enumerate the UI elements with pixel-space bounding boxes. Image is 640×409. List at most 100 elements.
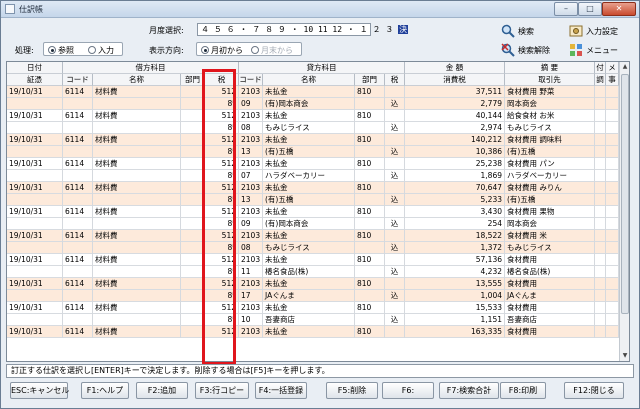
fkey-button[interactable]: F3:行コピー	[195, 382, 249, 399]
cell-date: 19/10/31	[7, 302, 63, 314]
table-row[interactable]: 19/10/31 6114 材料費 512 2103 未払金 810 40,144 給食食材 お…	[7, 110, 619, 122]
table-row[interactable]: 19/10/31 6114 材料費 512 2103 未払金 810 3,430 食材費用 果物	[7, 206, 619, 218]
cell-cdept	[355, 194, 385, 206]
title-bar: 仕訳帳 – □ ✕	[1, 1, 639, 18]
cell-code: 6114	[63, 182, 93, 194]
cell-date: 19/10/31	[7, 110, 63, 122]
table-row[interactable]: 19/10/31 6114 材料費 512 2103 未払金 810 15,533 食材費用	[7, 302, 619, 314]
cell-code	[63, 314, 93, 326]
cell-summary: 食材費用	[505, 254, 595, 266]
cell-code	[63, 98, 93, 110]
direction-start-radio[interactable]: 月初から	[201, 45, 243, 56]
cell-m	[606, 110, 619, 122]
cell-ctax: 込	[385, 170, 405, 182]
table-row[interactable]: 19/10/31 6114 材料費 512 2103 未払金 810 70,647 食材費用 み…	[7, 182, 619, 194]
cell-m	[606, 290, 619, 302]
search-clear-button[interactable]: 検索解除	[501, 43, 550, 57]
table-row[interactable]: 19/10/31 6114 材料費 512 2103 未払金 810 25,238 食材費用 パ…	[7, 158, 619, 170]
fkey-button[interactable]: F12:閉じる	[564, 382, 624, 399]
cell-date: 19/10/31	[7, 326, 63, 338]
fkey-button[interactable]: F2:追加	[136, 382, 188, 399]
table-row[interactable]: 8* 13 (有)五橋込 5,233 (有)五橋	[7, 194, 619, 206]
cell-summary: JAぐんま	[505, 290, 595, 302]
table-row[interactable]: 19/10/31 6114 材料費 512 2103 未払金 810 18,522 食材費用 米	[7, 230, 619, 242]
scroll-down-arrow-icon[interactable]: ▼	[620, 351, 629, 361]
cell-name	[93, 170, 181, 182]
table-row[interactable]: 19/10/31 6114 材料費 512 2103 未払金 810 140,212 食材費用 …	[7, 134, 619, 146]
table-row[interactable]: 8* 11 椿名食品(株) 込 4,232 椿名食品(株)	[7, 266, 619, 278]
fkey-button[interactable]: F8:印刷	[500, 382, 546, 399]
header-memo-2: 事 成	[606, 74, 619, 86]
table-row[interactable]: 8* 08 もみじライス込 1,372 もみじライス	[7, 242, 619, 254]
minimize-button[interactable]: –	[554, 2, 578, 16]
cell-cname: (有)岡本商会	[263, 98, 355, 110]
month-selector[interactable]: ４ ５ ６ ・ ７ ８ ９ ・ 10 11 12 ・ １ ２ ３ 決	[197, 23, 409, 36]
scroll-thumb[interactable]	[621, 74, 629, 314]
cell-name: 材料費	[93, 326, 181, 338]
table-row[interactable]: 19/10/31 6114 材料費 512 2103 未払金 810 37,511 食材費用 野…	[7, 86, 619, 98]
table-row[interactable]: 8* 13 (有)五橋込 10,386 (有)五橋	[7, 146, 619, 158]
cell-m	[606, 326, 619, 338]
fkey-button[interactable]: F4:一括登録	[255, 382, 307, 399]
table-row[interactable]: 8* 09 (有)岡本商会込 254 岡本商会	[7, 218, 619, 230]
cell-ccode: 2103	[239, 110, 263, 122]
cell-cname: 未払金	[263, 302, 355, 314]
table-row[interactable]: 8* 07 ハラダベーカリー込 1,869 ハラダベーカリー	[7, 170, 619, 182]
table-row[interactable]: 8* 09 (有)岡本商会込 2,779 岡本商会	[7, 98, 619, 110]
mode-input-radio[interactable]: 入力	[88, 45, 114, 56]
menu-button[interactable]: メニュー	[569, 43, 618, 57]
settings-icon	[569, 24, 583, 38]
cell-date: 19/10/31	[7, 278, 63, 290]
search-clear-icon	[501, 43, 515, 57]
cell-amount: 163,335	[405, 326, 505, 338]
cell-cname: ハラダベーカリー	[263, 170, 355, 182]
cell-cdept: 810	[355, 182, 385, 194]
cell-ccode: 17	[239, 290, 263, 302]
month-selected-settlement[interactable]: 決	[398, 25, 409, 34]
close-button[interactable]: ✕	[602, 2, 636, 16]
cell-amount: 18,522	[405, 230, 505, 242]
fkey-button[interactable]: F1:ヘルプ	[81, 382, 129, 399]
direction-end-radio[interactable]: 月末から	[251, 45, 293, 56]
fkey-button[interactable]: F5:削除	[326, 382, 378, 399]
vertical-scrollbar[interactable]: ▲ ▼	[619, 62, 629, 361]
table-row[interactable]: 19/10/31 6114 材料費 512 2103 未払金 810 13,555 食材費用	[7, 278, 619, 290]
cell-cname: 未払金	[263, 326, 355, 338]
cell-a	[595, 326, 606, 338]
cell-ccode: 2103	[239, 182, 263, 194]
tax-column-highlight	[202, 69, 236, 365]
cell-cdept	[355, 146, 385, 158]
cell-date: 19/10/31	[7, 158, 63, 170]
table-row[interactable]: 19/10/31 6114 材料費 512 2103 未払金 810 57,136 食材費用	[7, 254, 619, 266]
cell-m	[606, 182, 619, 194]
cell-a	[595, 170, 606, 182]
table-row[interactable]: 8* 10 吾妻商店込 1,151 吾妻商店	[7, 314, 619, 326]
header-memo: メ	[606, 62, 619, 74]
cell-ctax: 込	[385, 146, 405, 158]
fkey-button[interactable]: F7:検索合計	[439, 382, 499, 399]
cell-date	[7, 290, 63, 302]
search-button[interactable]: 検索	[501, 24, 534, 38]
cell-name: 材料費	[93, 254, 181, 266]
cell-cdept: 810	[355, 110, 385, 122]
table-row[interactable]: 8* 08 もみじライス込 2,974 もみじライス	[7, 122, 619, 134]
fkey-button[interactable]: ESC:キャンセル	[10, 382, 69, 399]
cell-m	[606, 302, 619, 314]
mode-view-radio[interactable]: 参照	[48, 45, 74, 56]
table-row[interactable]: 19/10/31 6114 材料費 512 2103 未払金 810 163,335 食材費用	[7, 326, 619, 338]
cell-summary: 食材費用	[505, 326, 595, 338]
cell-name	[93, 98, 181, 110]
cell-m	[606, 254, 619, 266]
cell-amount: 140,212	[405, 134, 505, 146]
table-row[interactable]: 8* 17 JAぐんま込 1,004 JAぐんま	[7, 290, 619, 302]
cell-name: 材料費	[93, 110, 181, 122]
cell-ctax	[385, 86, 405, 98]
cell-m	[606, 278, 619, 290]
cell-ctax	[385, 158, 405, 170]
maximize-button[interactable]: □	[578, 2, 602, 16]
fkey-button[interactable]: F6:	[382, 382, 434, 399]
month-list[interactable]: ４ ５ ６ ・ ７ ８ ９ ・ 10 11 12 ・ １ ２ ３	[201, 25, 393, 34]
cell-date: 19/10/31	[7, 230, 63, 242]
input-settings-button[interactable]: 入力設定	[569, 24, 618, 38]
scroll-up-arrow-icon[interactable]: ▲	[620, 62, 629, 72]
